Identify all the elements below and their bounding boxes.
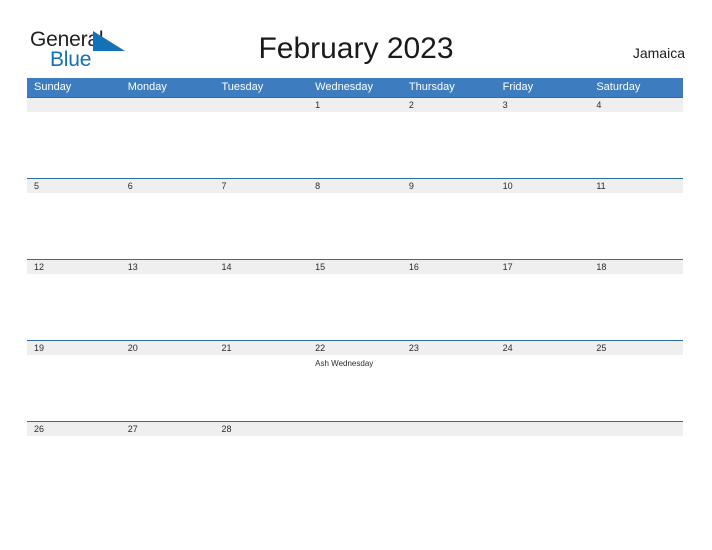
day-number[interactable]: 5 bbox=[27, 179, 121, 193]
day-number[interactable]: 12 bbox=[27, 260, 121, 274]
day-number[interactable]: 21 bbox=[214, 341, 308, 355]
weekday-wednesday: Wednesday bbox=[315, 81, 374, 93]
day-cell[interactable] bbox=[214, 355, 308, 421]
day-number[interactable]: 14 bbox=[214, 260, 308, 274]
day-cell[interactable]: Ash Wednesday bbox=[308, 355, 402, 421]
day-number[interactable]: 17 bbox=[496, 260, 590, 274]
day-number[interactable] bbox=[121, 98, 215, 112]
week-row: 26 27 28 bbox=[27, 421, 683, 445]
week-body bbox=[27, 193, 683, 259]
country-label: Jamaica bbox=[632, 45, 685, 61]
day-number[interactable]: 22 bbox=[308, 341, 402, 355]
weekday-header-row: Sunday Monday Tuesday Wednesday Thursday… bbox=[27, 78, 683, 97]
day-cell[interactable] bbox=[589, 355, 683, 421]
day-cell[interactable] bbox=[121, 112, 215, 178]
day-cell[interactable] bbox=[214, 193, 308, 259]
day-number[interactable]: 13 bbox=[121, 260, 215, 274]
day-number[interactable]: 24 bbox=[496, 341, 590, 355]
day-cell[interactable] bbox=[402, 274, 496, 340]
day-cell[interactable] bbox=[308, 274, 402, 340]
day-number[interactable]: 6 bbox=[121, 179, 215, 193]
week-body bbox=[27, 436, 683, 445]
day-number[interactable]: 15 bbox=[308, 260, 402, 274]
day-number[interactable]: 11 bbox=[589, 179, 683, 193]
day-number[interactable]: 18 bbox=[589, 260, 683, 274]
day-event-ash-wednesday: Ash Wednesday bbox=[315, 359, 374, 368]
day-cell[interactable] bbox=[308, 193, 402, 259]
day-cell[interactable] bbox=[121, 193, 215, 259]
weekday-thursday: Thursday bbox=[408, 81, 455, 93]
calendar-grid: Sunday Monday Tuesday Wednesday Thursday… bbox=[27, 78, 683, 445]
day-number[interactable] bbox=[589, 422, 683, 436]
day-number[interactable]: 9 bbox=[402, 179, 496, 193]
day-cell[interactable] bbox=[496, 274, 590, 340]
weekday-monday: Monday bbox=[127, 81, 167, 93]
day-cell[interactable] bbox=[589, 193, 683, 259]
week-body: Ash Wednesday bbox=[27, 355, 683, 421]
page-title: February 2023 bbox=[258, 32, 454, 65]
day-number[interactable] bbox=[308, 422, 402, 436]
day-number[interactable]: 4 bbox=[589, 98, 683, 112]
page-header: General Blue February 2023 Jamaica bbox=[0, 0, 712, 76]
day-cell[interactable] bbox=[589, 274, 683, 340]
day-cell[interactable] bbox=[589, 436, 683, 445]
week-row: 19 20 21 22 23 24 25 Ash Wednesday bbox=[27, 340, 683, 421]
calendar-page: General Blue February 2023 Jamaica Sunda… bbox=[0, 0, 712, 550]
day-number[interactable]: 16 bbox=[402, 260, 496, 274]
day-cell[interactable] bbox=[27, 193, 121, 259]
day-cell[interactable] bbox=[496, 112, 590, 178]
day-cell[interactable] bbox=[402, 436, 496, 445]
day-cell[interactable] bbox=[496, 436, 590, 445]
day-number[interactable]: 7 bbox=[214, 179, 308, 193]
day-number[interactable]: 8 bbox=[308, 179, 402, 193]
weekday-tuesday: Tuesday bbox=[221, 81, 264, 93]
day-number[interactable]: 23 bbox=[402, 341, 496, 355]
weekday-friday: Friday bbox=[502, 81, 534, 93]
week-row: 12 13 14 15 16 17 18 bbox=[27, 259, 683, 340]
day-number[interactable] bbox=[214, 98, 308, 112]
day-number[interactable]: 20 bbox=[121, 341, 215, 355]
day-number[interactable]: 26 bbox=[27, 422, 121, 436]
day-cell[interactable] bbox=[308, 112, 402, 178]
day-cell[interactable] bbox=[121, 274, 215, 340]
week-date-band: 5 6 7 8 9 10 11 bbox=[27, 178, 683, 193]
day-number[interactable]: 2 bbox=[402, 98, 496, 112]
day-number[interactable]: 3 bbox=[496, 98, 590, 112]
week-body bbox=[27, 112, 683, 178]
weekday-saturday: Saturday bbox=[596, 81, 641, 93]
day-cell[interactable] bbox=[496, 193, 590, 259]
day-number[interactable] bbox=[402, 422, 496, 436]
day-number[interactable] bbox=[496, 422, 590, 436]
day-cell[interactable] bbox=[214, 436, 308, 445]
day-number[interactable]: 1 bbox=[308, 98, 402, 112]
day-number[interactable] bbox=[27, 98, 121, 112]
week-row: 1 2 3 4 bbox=[27, 97, 683, 178]
week-date-band: 26 27 28 bbox=[27, 421, 683, 436]
day-cell[interactable] bbox=[214, 112, 308, 178]
day-cell[interactable] bbox=[402, 355, 496, 421]
week-date-band: 19 20 21 22 23 24 25 bbox=[27, 340, 683, 355]
week-date-band: 1 2 3 4 bbox=[27, 97, 683, 112]
day-number[interactable]: 27 bbox=[121, 422, 215, 436]
weekday-sunday: Sunday bbox=[34, 81, 72, 93]
day-cell[interactable] bbox=[496, 355, 590, 421]
day-number[interactable]: 10 bbox=[496, 179, 590, 193]
day-cell[interactable] bbox=[27, 112, 121, 178]
day-cell[interactable] bbox=[589, 112, 683, 178]
day-cell[interactable] bbox=[402, 112, 496, 178]
week-body bbox=[27, 274, 683, 340]
day-cell[interactable] bbox=[308, 436, 402, 445]
day-number[interactable]: 19 bbox=[27, 341, 121, 355]
day-cell[interactable] bbox=[27, 355, 121, 421]
week-date-band: 12 13 14 15 16 17 18 bbox=[27, 259, 683, 274]
day-cell[interactable] bbox=[402, 193, 496, 259]
day-number[interactable]: 25 bbox=[589, 341, 683, 355]
day-cell[interactable] bbox=[214, 274, 308, 340]
week-row: 5 6 7 8 9 10 11 bbox=[27, 178, 683, 259]
day-cell[interactable] bbox=[27, 436, 121, 445]
day-cell[interactable] bbox=[121, 436, 215, 445]
day-cell[interactable] bbox=[121, 355, 215, 421]
day-cell[interactable] bbox=[27, 274, 121, 340]
day-number[interactable]: 28 bbox=[214, 422, 308, 436]
